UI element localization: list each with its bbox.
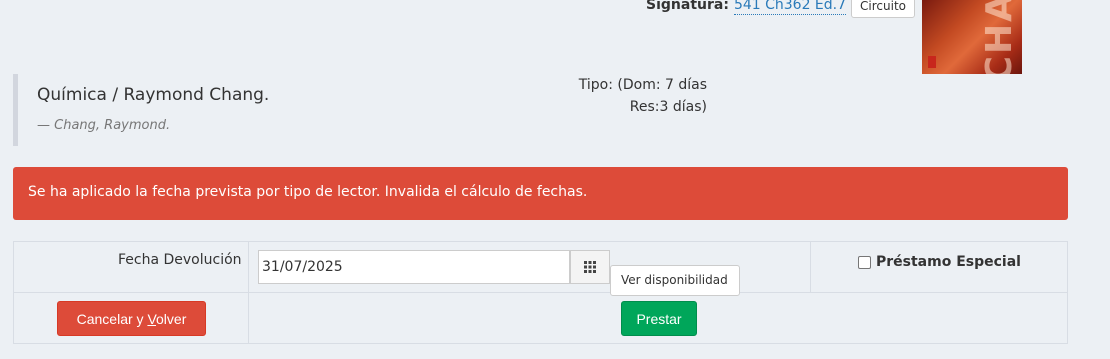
publisher-logo (928, 56, 936, 68)
cancel-and-return-button[interactable]: Cancelar y Volver (57, 301, 206, 336)
row-divider (14, 292, 1067, 293)
loan-type-line-2: Res:3 días) (629, 99, 707, 115)
alert-message: Se ha aplicado la fecha prevista por tip… (28, 184, 588, 200)
signature-row: Signatura: 541 Ch362 Ed.7 Circuito (646, 0, 915, 18)
book-blockquote: Química / Raymond Chang. — Chang, Raymon… (13, 74, 413, 146)
book-title: Química / Raymond Chang. (37, 85, 270, 105)
book-author: — Chang, Raymond. (37, 118, 171, 133)
cover-text: CHA (979, 0, 1020, 74)
special-loan-checkbox[interactable] (858, 255, 871, 269)
calendar-grid-icon (584, 261, 596, 273)
signature-link[interactable]: 541 Ch362 Ed.7 (733, 0, 847, 15)
loan-type-info: Tipo: (Dom: 7 días Res:3 días) (560, 74, 707, 118)
return-date-label: Fecha Devolución (118, 252, 242, 268)
book-cover-image: CHA (922, 0, 1022, 74)
signature-label: Signatura: (646, 0, 729, 13)
return-date-input[interactable] (258, 250, 570, 284)
loan-form-table: Fecha Devolución Ver disponibilidad Prés… (13, 241, 1068, 344)
special-loan-label: Préstamo Especial (876, 254, 1021, 270)
special-loan-checkbox-wrap[interactable]: Préstamo Especial (858, 254, 1021, 270)
error-alert: Se ha aplicado la fecha prevista por tip… (13, 167, 1068, 220)
cancel-suffix: olver (156, 311, 187, 327)
lend-button[interactable]: Prestar (621, 301, 697, 336)
loan-type-line-1: Tipo: (Dom: 7 días (578, 77, 707, 93)
cancel-accesskey: V (147, 311, 157, 327)
circuit-button[interactable]: Circuito (851, 0, 915, 18)
availability-tooltip: Ver disponibilidad (610, 265, 740, 296)
cancel-prefix: Cancelar y (76, 311, 148, 327)
column-divider (810, 242, 811, 293)
calendar-button[interactable] (570, 250, 610, 284)
